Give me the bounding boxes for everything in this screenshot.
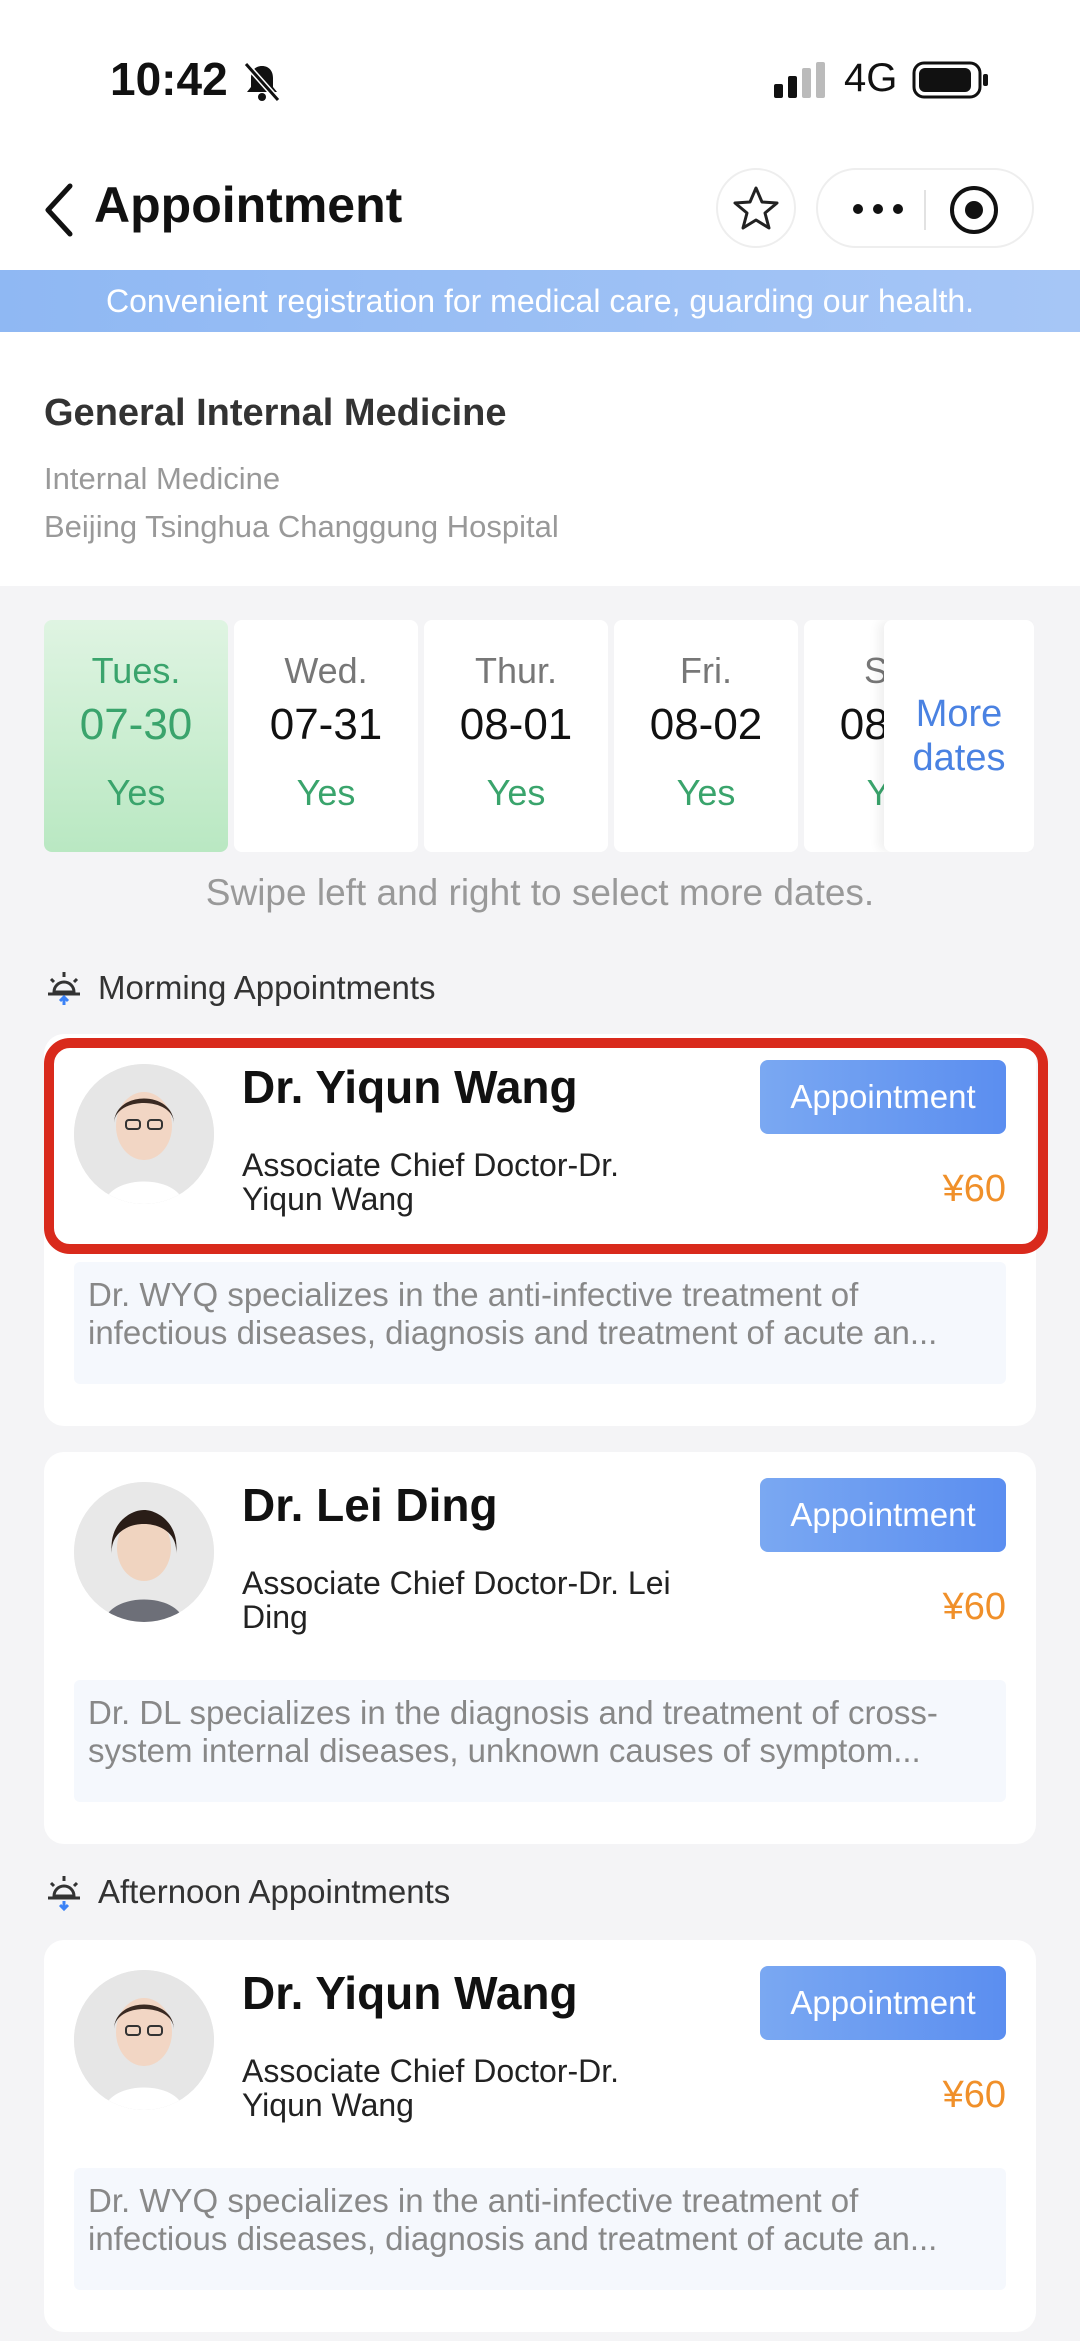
date-card[interactable]: Thur. 08-01 Yes <box>424 620 608 852</box>
status-time: 10:42 <box>110 53 228 105</box>
doctor-avatar <box>74 1482 214 1622</box>
bell-muted-icon <box>243 62 281 102</box>
department-info: General Internal Medicine Internal Medic… <box>0 332 1080 586</box>
battery-icon <box>912 61 988 99</box>
doctor-card[interactable]: Dr. Yiqun Wang Associate Chief Doctor-Dr… <box>44 1940 1036 2332</box>
date-availability: Yes <box>486 772 546 813</box>
swipe-hint: Swipe left and right to select more date… <box>205 872 875 913</box>
back-arrow-icon[interactable] <box>40 180 80 240</box>
nav-bar: Appointment <box>0 150 1080 270</box>
morning-section-header: Morming Appointments <box>44 968 436 1008</box>
department-category: Internal Medicine <box>44 461 281 496</box>
description-text: Dr. DL specializes in the diagnosis and … <box>88 1694 938 1769</box>
signal-icon <box>774 62 825 98</box>
doctor-card[interactable]: Dr. Yiqun Wang Associate Chief Doctor-Dr… <box>44 1034 1036 1426</box>
network-type: 4G <box>844 56 898 100</box>
doctor-description[interactable]: Dr. DL specializes in the diagnosis and … <box>74 1680 1006 1802</box>
slogan-banner: Convenient registration for medical care… <box>0 270 1080 332</box>
date-value: 08-02 <box>649 700 763 749</box>
date-card[interactable]: Fri. 08-02 Yes <box>614 620 798 852</box>
date-availability: Yes <box>296 772 356 813</box>
doctor-avatar <box>74 1064 214 1204</box>
doctor-title: Associate Chief Doctor-Dr. Yiqun Wang <box>242 2053 620 2123</box>
doctor-description[interactable]: Dr. WYQ specializes in the anti-infectiv… <box>74 1262 1006 1384</box>
date-availability: Yes <box>676 772 736 813</box>
appointment-button[interactable]: Appointment <box>760 1478 1006 1552</box>
favorite-button[interactable] <box>716 168 796 248</box>
date-weekday: Thur. <box>474 650 558 691</box>
doctor-name: Dr. Yiqun Wang <box>242 1061 578 1113</box>
section-title: Morming Appointments <box>98 969 436 1006</box>
date-value: 07-31 <box>269 700 383 749</box>
doctor-name: Dr. Yiqun Wang <box>242 1967 578 2019</box>
more-icon[interactable] <box>850 192 906 226</box>
doctor-name: Dr. Lei Ding <box>242 1479 498 1531</box>
date-value: 07-30 <box>79 700 193 749</box>
status-bar: 10:42 4G <box>0 0 1080 150</box>
price: ¥60 <box>942 1168 1006 1210</box>
price: ¥60 <box>942 1586 1006 1628</box>
description-text: Dr. WYQ specializes in the anti-infectiv… <box>88 2182 938 2257</box>
doctor-avatar <box>74 1970 214 2110</box>
doctor-card[interactable]: Dr. Lei Ding Associate Chief Doctor-Dr. … <box>44 1452 1036 1844</box>
date-weekday: Tues. <box>91 650 181 691</box>
date-availability: Yes <box>106 772 166 813</box>
doctor-description[interactable]: Dr. WYQ specializes in the anti-infectiv… <box>74 2168 1006 2290</box>
sunrise-icon <box>48 972 80 1005</box>
more-dates-label: More dates <box>912 693 1006 779</box>
page-title: Appointment <box>94 177 403 233</box>
price: ¥60 <box>942 2074 1006 2116</box>
date-card[interactable]: Wed. 07-31 Yes <box>234 620 418 852</box>
afternoon-section-header: Afternoon Appointments <box>44 1872 450 1912</box>
sunset-icon <box>48 1876 80 1912</box>
doctor-title: Associate Chief Doctor-Dr. Lei Ding <box>242 1565 671 1635</box>
date-selector[interactable]: Tues. 07-30 Yes Wed. 07-31 Yes Thur. 08-… <box>44 620 1034 852</box>
description-text: Dr. WYQ specializes in the anti-infectiv… <box>88 1276 938 1351</box>
close-target-icon[interactable] <box>948 184 1000 236</box>
date-weekday: Wed. <box>284 650 368 691</box>
date-weekday: Fri. <box>680 650 732 691</box>
date-card[interactable]: Tues. 07-30 Yes <box>44 620 228 852</box>
star-icon <box>733 186 779 230</box>
more-dates-button[interactable]: More dates <box>884 620 1034 852</box>
appointment-button[interactable]: Appointment <box>760 1966 1006 2040</box>
section-title: Afternoon Appointments <box>98 1873 451 1910</box>
capsule-divider <box>924 190 926 230</box>
department-name: General Internal Medicine <box>44 392 507 434</box>
hospital-name: Beijing Tsinghua Changgung Hospital <box>44 509 559 544</box>
mini-program-capsule <box>816 168 1034 248</box>
date-value: 08-01 <box>459 700 573 749</box>
doctor-title: Associate Chief Doctor-Dr. Yiqun Wang <box>242 1147 620 1217</box>
appointment-button[interactable]: Appointment <box>760 1060 1006 1134</box>
